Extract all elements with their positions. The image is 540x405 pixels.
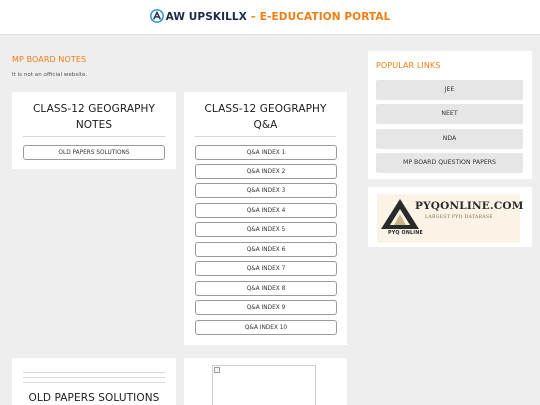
old-papers-solutions-button[interactable]: OLD PAPERS SOLUTIONS xyxy=(23,145,165,160)
advert-panel: PYQONLINE.COM LARGEST PYQ DATABASE PYQ O… xyxy=(368,187,532,247)
qa-index-1-button[interactable]: Q&A INDEX 1 xyxy=(195,145,337,160)
notes-card: CLASS-12 GEOGRAPHY NOTES OLD PAPERS SOLU… xyxy=(12,92,176,169)
divider xyxy=(23,372,165,373)
brand-logo-icon xyxy=(149,9,164,23)
qa-card: CLASS-12 GEOGRAPHY Q&A Q&A INDEX 1 Q&A I… xyxy=(184,92,347,345)
qa-index-8-button[interactable]: Q&A INDEX 8 xyxy=(195,281,337,296)
brand-tagline: E-EDUCATION PORTAL xyxy=(259,11,391,23)
brand-name: AW UPSKILLX xyxy=(165,11,247,23)
brand-separator: – xyxy=(250,11,257,23)
popular-links-panel: POPULAR LINKS JEE NEET NDA MP BOARD QUES… xyxy=(368,51,532,179)
divider xyxy=(23,377,165,378)
link-mp-board-question-papers[interactable]: MP BOARD QUESTION PAPERS xyxy=(376,153,523,173)
broken-image xyxy=(212,365,316,405)
image-card xyxy=(184,358,347,405)
notes-card-title: CLASS-12 GEOGRAPHY NOTES xyxy=(32,103,156,131)
site-brand[interactable]: AW UPSKILLX – E-EDUCATION PORTAL xyxy=(0,9,540,24)
advert-subtitle: LARGEST PYQ DATABASE xyxy=(425,215,493,220)
qa-card-title: CLASS-12 GEOGRAPHY Q&A xyxy=(204,103,327,131)
popular-links-title: POPULAR LINKS xyxy=(376,61,441,70)
disclaimer-text: It is not an official website. xyxy=(12,72,88,78)
pyqonline-banner[interactable]: PYQONLINE.COM LARGEST PYQ DATABASE PYQ O… xyxy=(377,194,523,243)
site-header: AW UPSKILLX – E-EDUCATION PORTAL xyxy=(0,0,540,35)
divider xyxy=(23,136,165,137)
advert-brand: PYQ ONLINE xyxy=(388,231,423,236)
link-nda[interactable]: NDA xyxy=(376,129,523,149)
qa-index-6-button[interactable]: Q&A INDEX 6 xyxy=(195,242,337,257)
qa-index-7-button[interactable]: Q&A INDEX 7 xyxy=(195,261,337,276)
qa-index-10-button[interactable]: Q&A INDEX 10 xyxy=(195,320,337,335)
qa-index-3-button[interactable]: Q&A INDEX 3 xyxy=(195,183,337,198)
qa-index-2-button[interactable]: Q&A INDEX 2 xyxy=(195,164,337,179)
divider xyxy=(195,136,336,137)
section-title: MP BOARD NOTES xyxy=(12,55,87,64)
link-jee[interactable]: JEE xyxy=(376,80,523,100)
old-papers-card: OLD PAPERS SOLUTIONS xyxy=(12,358,176,405)
qa-index-9-button[interactable]: Q&A INDEX 9 xyxy=(195,300,337,315)
link-neet[interactable]: NEET xyxy=(376,104,523,124)
qa-index-4-button[interactable]: Q&A INDEX 4 xyxy=(195,203,337,218)
advert-title: PYQONLINE.COM xyxy=(415,200,524,212)
old-papers-title: OLD PAPERS SOLUTIONS xyxy=(28,392,160,404)
broken-image-icon xyxy=(214,367,220,373)
divider xyxy=(23,382,165,383)
qa-index-5-button[interactable]: Q&A INDEX 5 xyxy=(195,222,337,237)
